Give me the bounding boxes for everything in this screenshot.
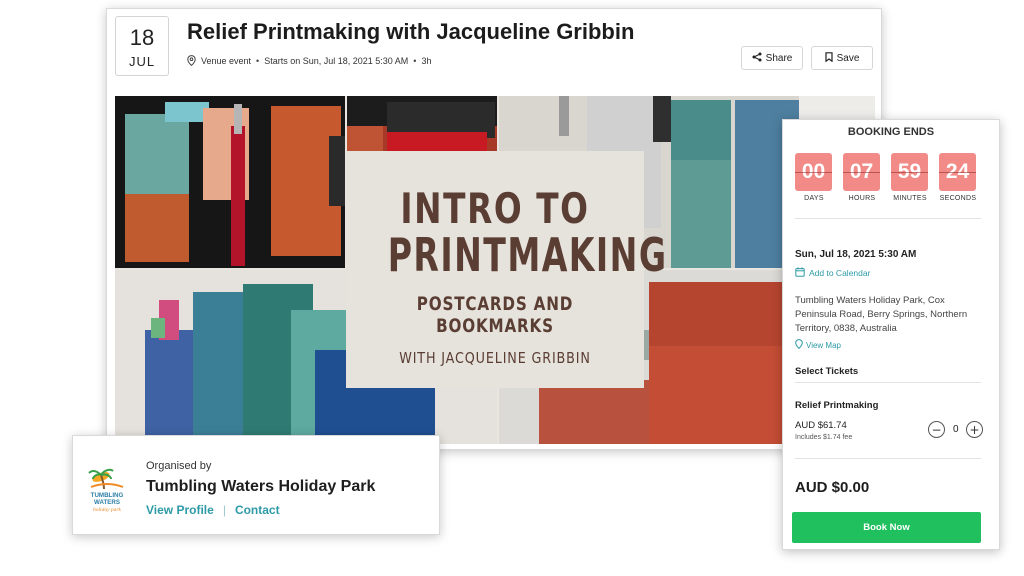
meta-separator: •	[413, 55, 417, 66]
view-map-label: View Map	[806, 340, 841, 350]
banner-line-presenter: WITH JACQUELINE GRIBBIN	[399, 349, 591, 367]
location-pin-icon	[187, 55, 196, 66]
countdown-hours: 07	[843, 153, 880, 191]
view-map-link[interactable]: View Map	[795, 339, 841, 351]
bookmark-icon	[824, 51, 833, 65]
venue-type: Venue event	[201, 55, 252, 66]
map-pin-icon	[795, 339, 803, 351]
add-to-calendar-link[interactable]: Add to Calendar	[795, 267, 870, 279]
banner-line-printmaking: PRINTMAKING	[387, 228, 668, 282]
share-label: Share	[765, 52, 793, 64]
date-day: 18	[129, 25, 155, 50]
divider	[795, 382, 981, 383]
banner-photo-tools	[115, 96, 345, 268]
countdown-minutes-label: MINUTES	[893, 195, 927, 202]
organiser-name: Tumbling Waters Holiday Park	[146, 478, 376, 495]
organised-by-label: Organised by	[146, 460, 212, 472]
countdown-days: 00	[795, 153, 832, 191]
view-profile-link[interactable]: View Profile	[146, 503, 214, 517]
save-button[interactable]: Save	[811, 46, 873, 70]
date-badge: 18 JUL	[115, 16, 169, 76]
booking-ends-title: BOOKING ENDS	[847, 126, 935, 138]
calendar-icon	[795, 267, 805, 279]
quantity-decrement-button[interactable]: −	[928, 421, 945, 438]
date-month: JUL	[128, 54, 156, 69]
event-banner: INTRO TO PRINTMAKING POSTCARDS AND BOOKM…	[115, 96, 875, 444]
organiser-logo: TUMBLING WATERS holiday park	[85, 461, 129, 513]
start-time: Starts on Sun, Jul 18, 2021 5:30 AM	[264, 55, 409, 66]
meta-separator: •	[256, 55, 260, 66]
logo-text-line1: TUMBLING	[91, 492, 124, 499]
countdown-seconds: 24	[939, 153, 976, 191]
link-divider: |	[222, 503, 226, 517]
banner-line-intro: INTRO TO	[400, 184, 590, 233]
organiser-links: View Profile | Contact	[146, 503, 280, 517]
ticket-quantity: 0	[953, 424, 959, 435]
booking-panel: BOOKING ENDS 00 07 59 24 DAYS HOURS MINU…	[782, 119, 1000, 550]
duration: 3h	[421, 55, 432, 66]
countdown-seconds-label: SECONDS	[939, 195, 977, 202]
banner-line-subtitle: POSTCARDS AND BOOKMARKS	[416, 293, 574, 337]
banner-title-block: INTRO TO PRINTMAKING POSTCARDS AND BOOKM…	[346, 151, 668, 388]
share-button[interactable]: Share	[741, 46, 803, 70]
order-total: AUD $0.00	[795, 479, 870, 496]
ticket-name: Relief Printmaking	[795, 400, 879, 411]
ticket-fee: Includes $1.74 fee	[795, 434, 853, 441]
organiser-card: TUMBLING WATERS holiday park Organised b…	[72, 435, 440, 535]
event-meta: Venue event • Starts on Sun, Jul 18, 202…	[187, 55, 431, 66]
book-now-button[interactable]: Book Now	[792, 512, 981, 543]
add-to-calendar-label: Add to Calendar	[809, 268, 871, 278]
contact-link[interactable]: Contact	[235, 503, 280, 517]
quantity-increment-button[interactable]: +	[966, 421, 983, 438]
ticket-price: AUD $61.74	[795, 420, 847, 431]
divider	[795, 458, 981, 459]
select-tickets-heading: Select Tickets	[795, 366, 859, 377]
divider	[795, 218, 981, 219]
countdown-minutes: 59	[891, 153, 928, 191]
event-card: 18 JUL Relief Printmaking with Jacquelin…	[106, 8, 882, 450]
venue-address: Tumbling Waters Holiday Park, Cox Penins…	[795, 295, 968, 334]
logo-text-line2: WATERS	[94, 499, 120, 506]
save-label: Save	[836, 52, 860, 64]
countdown-days-label: DAYS	[804, 195, 824, 202]
booking-date: Sun, Jul 18, 2021 5:30 AM	[795, 249, 917, 260]
share-icon	[752, 52, 762, 65]
logo-text-line3: holiday park	[93, 507, 122, 513]
event-title: Relief Printmaking with Jacqueline Gribb…	[187, 19, 635, 44]
countdown-hours-label: HOURS	[848, 195, 876, 202]
